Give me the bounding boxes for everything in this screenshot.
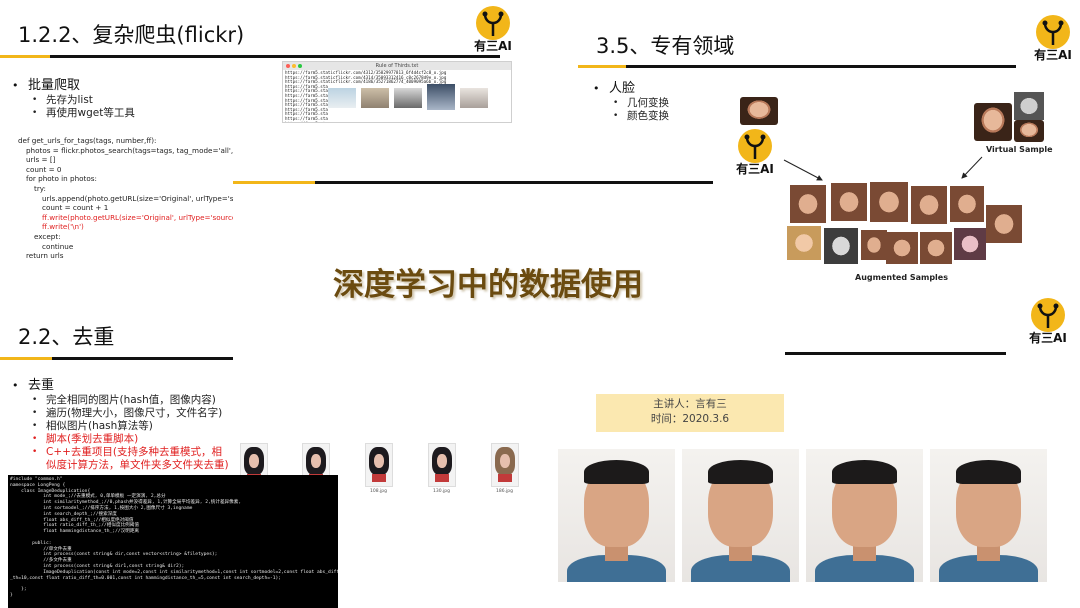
augmented-face (787, 226, 821, 260)
title-underline-accent (578, 65, 626, 68)
flickr-bullet: 批量爬取 (12, 78, 135, 94)
portrait-image (806, 449, 923, 582)
portrait-image (930, 449, 1047, 582)
flickr-code-block: def get_urls_for_tags(tags, number,ff): p… (18, 136, 233, 261)
divider-line (315, 181, 713, 184)
cpp-code-line: ImageDeduplication(const int mode=2,cons… (10, 569, 338, 575)
text-editor-window: Rule of Thirds.txt https://farm5.staticf… (282, 61, 512, 123)
section-title-domain: 3.5、专有领域 (596, 34, 735, 58)
brand-logo-text: 有三AI (1034, 48, 1072, 62)
portrait-image (558, 449, 675, 582)
title-underline (52, 357, 233, 360)
code-line: photos = flickr.photos_search(tags=tags,… (26, 145, 233, 155)
dedup-sub-item: 脚本(季划去重脚本) (32, 433, 229, 446)
virtual-sample-label: Virtual Sample (986, 145, 1053, 154)
virtual-face-image (1014, 120, 1044, 142)
code-line: urls = [] (26, 155, 56, 165)
dedup-bullet: 去重 (12, 378, 229, 394)
thumb-image (427, 84, 455, 110)
augmented-face (986, 205, 1022, 243)
code-line: count = count + 1 (42, 203, 109, 213)
source-face-image (740, 97, 778, 125)
augmented-face (886, 232, 918, 264)
brand-logo: 有三AI (471, 6, 515, 53)
thumb-image (328, 88, 356, 108)
portrait-image (682, 449, 799, 582)
virtual-face-image (974, 103, 1012, 141)
thumb-filename: 130.jpg (433, 489, 450, 494)
brand-logo: 有三AI (1026, 298, 1070, 345)
code-line: continue (42, 241, 74, 251)
augmented-samples-label: Augmented Samples (855, 273, 948, 282)
dedup-sub-item: 遍历(物理大小，图像尺寸，文件名字) (32, 407, 229, 420)
section-title-flickr: 1.2.2、复杂爬虫(flickr) (18, 23, 245, 47)
title-underline (626, 65, 1016, 68)
augmented-face (950, 186, 984, 222)
augmented-face (790, 185, 826, 223)
code-line: except: (34, 231, 61, 241)
domain-sub-2: 颜色变换 (613, 110, 669, 123)
augmented-face (831, 183, 867, 221)
main-title: 深度学习中的数据使用 (333, 267, 643, 303)
dedup-sub-item: 相似图片(hash算法等) (32, 420, 229, 433)
thumb-image (460, 88, 488, 108)
code-line: try: (34, 183, 46, 193)
flickr-bullets: 批量爬取 先存为list 再使用wget等工具 (12, 78, 135, 120)
divider-line (233, 181, 315, 184)
divider-line (785, 352, 1006, 355)
augmented-face (824, 228, 858, 264)
thumb-filename: 186.jpg (496, 489, 513, 494)
speaker-note-box: 主讲人：言有三 时间：2020.3.6 (596, 394, 784, 432)
dedup-sub-item: C++去重项目(支持多种去重模式，相 (32, 446, 229, 459)
brand-logo: 有三AI (1031, 15, 1075, 62)
code-line: ff.write(photo.getURL(size='Original', u… (42, 212, 233, 222)
duplicate-image-thumb (365, 443, 393, 487)
flickr-sub-1: 先存为list (32, 94, 135, 107)
cpp-code-line: } (10, 592, 13, 598)
domain-bullets: 人脸 几何变换 颜色变换 (593, 81, 669, 123)
code-line: def get_urls_for_tags(tags, number,ff): (18, 136, 157, 145)
window-titlebar: Rule of Thirds.txt (283, 62, 511, 70)
code-line: urls.append(photo.getURL(size='Original'… (42, 193, 233, 203)
augmented-face (861, 230, 887, 260)
flickr-sub-2: 再使用wget等工具 (32, 107, 135, 120)
speaker-date: 时间：2020.3.6 (650, 413, 730, 425)
speaker-name: 主讲人：言有三 (653, 398, 727, 410)
brand-logo-text: 有三AI (1029, 331, 1067, 345)
virtual-face-mask (1014, 92, 1044, 120)
title-underline-accent (0, 55, 50, 58)
code-line: ff.write('\n') (42, 222, 84, 232)
section-title-dedup: 2.2、去重 (18, 325, 115, 349)
dedup-sub-cont: 似度计算方法，单文件夹多文件夹去重) (46, 459, 229, 471)
augmented-face (870, 182, 908, 222)
augmented-face (911, 186, 947, 224)
code-line: return urls (26, 251, 64, 261)
code-line: count = 0 (26, 164, 62, 174)
url-line: https://farm5.sta (285, 121, 509, 122)
window-title: Rule of Thirds.txt (375, 63, 419, 69)
title-underline-accent (0, 357, 52, 360)
domain-sub-1: 几何变换 (613, 97, 669, 110)
cpp-code-screenshot: #include "common.h" namespace LongPeng { … (8, 475, 338, 608)
domain-bullet: 人脸 (593, 81, 669, 97)
augmented-face (954, 228, 986, 260)
duplicate-image-thumb (491, 443, 519, 487)
augmented-face (920, 232, 952, 264)
duplicate-image-thumb (428, 443, 456, 487)
code-line: for photo in photos: (26, 174, 97, 184)
thumb-filename: 108.jpg (370, 489, 387, 494)
thumb-image (394, 88, 422, 108)
dedup-bullets: 去重 完全相同的图片(hash值，图像内容)遍历(物理大小，图像尺寸，文件名字)… (12, 378, 229, 472)
dedup-sub-item: 完全相同的图片(hash值，图像内容) (32, 394, 229, 407)
thumb-image (361, 88, 389, 108)
title-underline (50, 55, 500, 58)
brand-logo-text: 有三AI (474, 39, 512, 53)
